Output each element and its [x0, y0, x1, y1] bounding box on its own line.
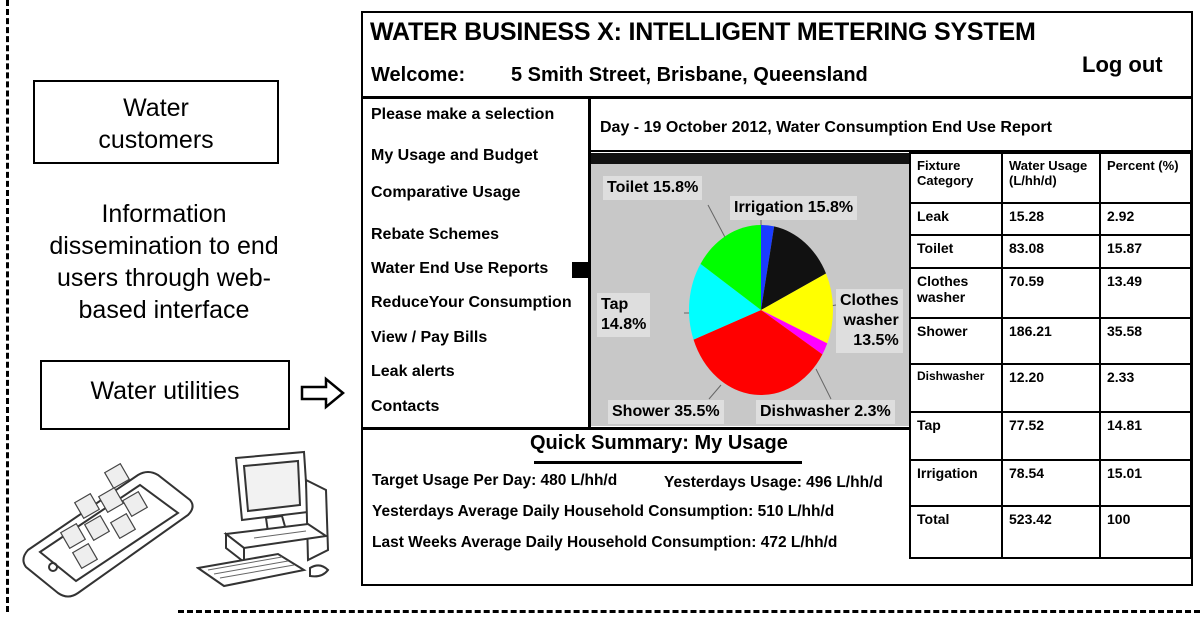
- cell-percent: 15.01: [1099, 459, 1192, 507]
- table-row: Tap 77.52 14.81: [909, 411, 1192, 461]
- summary-avg-yesterday: Yesterdays Average Daily Household Consu…: [372, 503, 835, 520]
- cell-percent: 15.87: [1099, 234, 1192, 269]
- summary-target-usage: Target Usage Per Day: 480 L/hh/d: [372, 472, 618, 489]
- table-row: Leak 15.28 2.92: [909, 202, 1192, 236]
- menu-item-leak-alerts[interactable]: Leak alerts: [371, 363, 455, 381]
- cell-fixture: Leak: [909, 202, 1003, 236]
- menu-item-usage-budget[interactable]: My Usage and Budget: [371, 147, 538, 165]
- pie-label-dishwasher: Dishwasher 2.3%: [756, 400, 895, 424]
- portal-title: WATER BUSINESS X: INTELLIGENT METERING S…: [370, 18, 1036, 46]
- cell-percent: 13.49: [1099, 267, 1192, 319]
- water-customers-box: Water customers: [33, 80, 279, 164]
- cell-usage: 70.59: [1001, 267, 1101, 319]
- welcome-label: Welcome:: [371, 64, 466, 86]
- cell-fixture: Tap: [909, 411, 1003, 461]
- cell-usage: 77.52: [1001, 411, 1101, 461]
- cell-percent: 100: [1099, 505, 1192, 559]
- dashed-border-left: [6, 0, 9, 612]
- cell-usage: 15.28: [1001, 202, 1101, 236]
- table-row: Shower 186.21 35.58: [909, 317, 1192, 365]
- pie-label-shower: Shower 35.5%: [608, 400, 724, 424]
- pie-label-irrigation: Irrigation 15.8%: [730, 196, 858, 220]
- cell-fixture: Toilet: [909, 234, 1003, 269]
- pie-label-toilet: Toilet 15.8%: [603, 176, 703, 200]
- table-row: Total 523.42 100: [909, 505, 1192, 559]
- cell-usage: 12.20: [1001, 363, 1101, 413]
- table-row: Clothes washer 70.59 13.49: [909, 267, 1192, 319]
- summary-avg-lastweek: Last Weeks Average Daily Household Consu…: [372, 534, 838, 551]
- smartphone-icon: [22, 462, 194, 598]
- desktop-computer-icon: [196, 450, 330, 588]
- table-row: Irrigation 78.54 15.01: [909, 459, 1192, 507]
- water-utilities-box: Water utilities: [40, 360, 290, 430]
- cell-fixture: Irrigation: [909, 459, 1003, 507]
- cell-fixture: Total: [909, 505, 1003, 559]
- cell-percent: 35.58: [1099, 317, 1192, 365]
- menu-item-reduce-consumption[interactable]: ReduceYour Consumption: [371, 294, 572, 312]
- menu-item-comparative-usage[interactable]: Comparative Usage: [371, 184, 520, 202]
- cell-usage: 78.54: [1001, 459, 1101, 507]
- fixture-usage-table: Fixture Category Water Usage (L/hh/d) Pe…: [909, 152, 1192, 559]
- customer-address: 5 Smith Street, Brisbane, Queensland: [511, 64, 868, 86]
- header-divider: [362, 96, 1192, 99]
- summary-yesterday-usage: Yesterdays Usage: 496 L/hh/d: [664, 474, 883, 491]
- report-title: Day - 19 October 2012, Water Consumption…: [600, 119, 1052, 136]
- header-percent: Percent (%): [1099, 152, 1192, 204]
- menu-bottom-divider: [362, 427, 910, 430]
- quick-summary-underline: [534, 461, 802, 464]
- cell-usage: 83.08: [1001, 234, 1101, 269]
- cell-fixture: Clothes washer: [909, 267, 1003, 319]
- cell-percent: 14.81: [1099, 411, 1192, 461]
- cell-usage: 186.21: [1001, 317, 1101, 365]
- menu-item-view-pay-bills[interactable]: View / Pay Bills: [371, 329, 487, 347]
- header-fixture-category: Fixture Category: [909, 152, 1003, 204]
- quick-summary-title: Quick Summary: My Usage: [530, 432, 788, 454]
- info-dissemination-text: Information dissemination to end users t…: [49, 200, 279, 324]
- dashed-border-bottom: [178, 610, 1200, 613]
- pie-label-clothes-washer: Clothes washer 13.5%: [836, 289, 903, 353]
- logout-link[interactable]: Log out: [1082, 52, 1163, 78]
- menu-item-contacts[interactable]: Contacts: [371, 398, 439, 416]
- cell-fixture: Dishwasher: [909, 363, 1003, 413]
- cell-fixture: Shower: [909, 317, 1003, 365]
- menu-item-end-use-reports[interactable]: Water End Use Reports: [371, 260, 548, 278]
- cell-percent: 2.33: [1099, 363, 1192, 413]
- header-water-usage: Water Usage (L/hh/d): [1001, 152, 1101, 204]
- pie-label-tap: Tap 14.8%: [597, 293, 651, 337]
- menu-prompt: Please make a selection: [371, 106, 555, 123]
- cell-usage: 523.42: [1001, 505, 1101, 559]
- table-row: Dishwasher 12.20 2.33: [909, 363, 1192, 413]
- cell-percent: 2.92: [1099, 202, 1192, 236]
- menu-item-rebate-schemes[interactable]: Rebate Schemes: [371, 226, 499, 244]
- table-row: Toilet 83.08 15.87: [909, 234, 1192, 269]
- right-arrow-icon: [300, 376, 345, 410]
